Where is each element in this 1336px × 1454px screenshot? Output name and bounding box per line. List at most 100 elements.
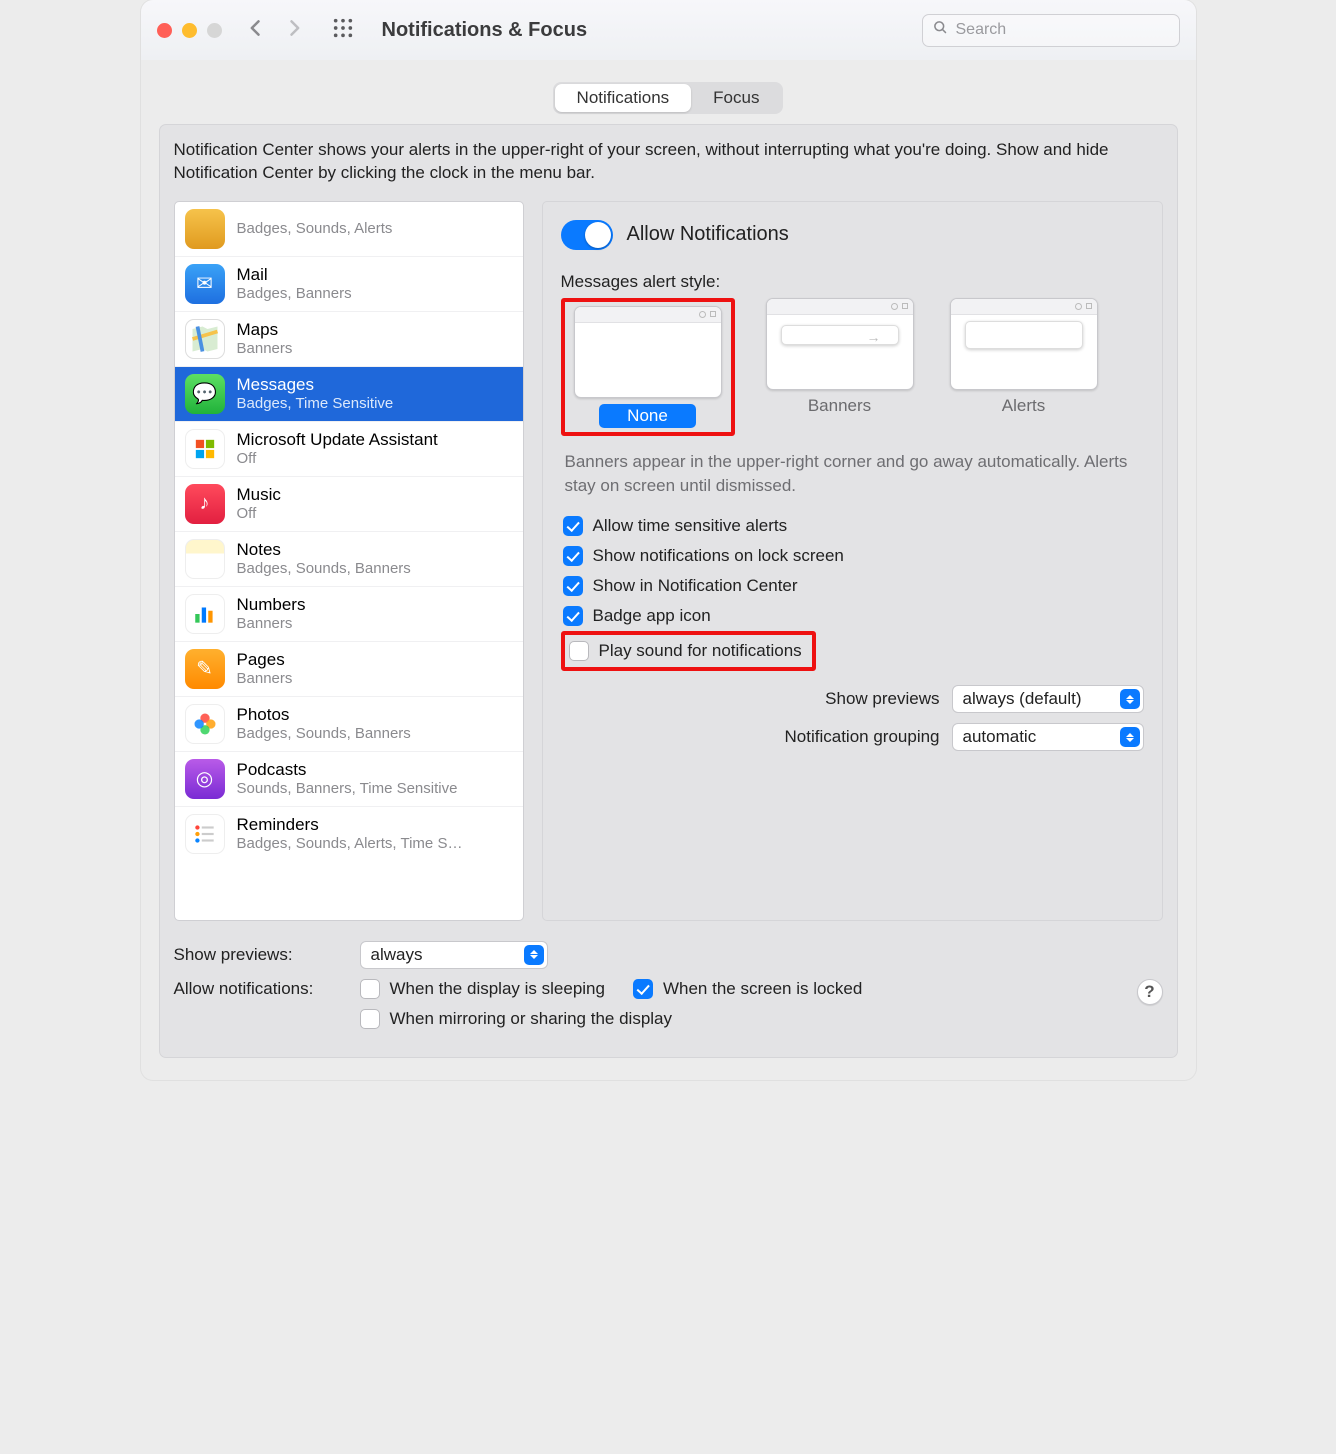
global-previews-select[interactable]: always — [360, 941, 548, 969]
select-value: automatic — [963, 727, 1037, 747]
check-notification-center[interactable]: Show in Notification Center — [561, 571, 1144, 601]
tab-notifications[interactable]: Notifications — [555, 84, 692, 112]
app-row[interactable]: 💬MessagesBadges, Time Sensitive — [175, 367, 523, 422]
app-row[interactable]: Microsoft Update AssistantOff — [175, 422, 523, 477]
allow-notifications-label: Allow Notifications — [627, 223, 789, 246]
app-subtitle: Badges, Sounds, Alerts — [237, 220, 393, 238]
app-row[interactable]: ✉︎ MailBadges, Banners — [175, 257, 523, 312]
tab-bar: Notifications Focus — [159, 82, 1178, 114]
alert-style-heading: Messages alert style: — [561, 272, 1144, 292]
app-row[interactable]: NotesBadges, Sounds, Banners — [175, 532, 523, 587]
tab-focus[interactable]: Focus — [691, 84, 781, 112]
help-button[interactable]: ? — [1137, 979, 1163, 1005]
notes-icon — [185, 539, 225, 579]
alert-style-alerts[interactable]: Alerts — [945, 298, 1103, 436]
photos-icon — [185, 704, 225, 744]
search-icon — [933, 20, 948, 40]
check-play-sound[interactable]: Play sound for notifications — [567, 639, 804, 663]
preview-alerts-icon — [950, 298, 1098, 390]
app-name: Music — [237, 485, 281, 505]
check-lock-screen[interactable]: Show notifications on lock screen — [561, 541, 1144, 571]
segmented-control: Notifications Focus — [553, 82, 784, 114]
checkbox-icon — [633, 979, 653, 999]
check-time-sensitive[interactable]: Allow time sensitive alerts — [561, 511, 1144, 541]
app-subtitle: Badges, Sounds, Banners — [237, 560, 411, 578]
preferences-window: Notifications & Focus Notifications Focu… — [141, 0, 1196, 1080]
app-subtitle: Badges, Sounds, Banners — [237, 725, 411, 743]
app-row[interactable]: ♪MusicOff — [175, 477, 523, 532]
pages-icon: ✎ — [185, 649, 225, 689]
content: Notifications Focus Notification Center … — [141, 60, 1196, 1080]
search-field[interactable] — [922, 14, 1180, 47]
window-close-button[interactable] — [157, 23, 172, 38]
podcasts-icon: ◎ — [185, 759, 225, 799]
window-title: Notifications & Focus — [382, 19, 588, 42]
checkbox-icon — [563, 606, 583, 626]
allow-notifications-label: Allow notifications: — [174, 979, 346, 999]
app-name: Numbers — [237, 595, 306, 615]
app-subtitle: Banners — [237, 615, 306, 633]
back-button[interactable] — [246, 18, 266, 43]
app-row[interactable]: NumbersBanners — [175, 587, 523, 642]
forward-button[interactable] — [284, 18, 304, 43]
app-list[interactable]: Badges, Sounds, Alerts ✉︎ MailBadges, Bann… — [174, 201, 524, 921]
app-name: Messages — [237, 375, 394, 395]
messages-icon: 💬 — [185, 374, 225, 414]
alert-style-none[interactable]: None — [569, 306, 727, 428]
app-row[interactable]: RemindersBadges, Sounds, Alerts, Time S… — [175, 807, 523, 861]
app-row[interactable]: MapsBanners — [175, 312, 523, 367]
global-previews-label: Show previews: — [174, 945, 346, 965]
search-input[interactable] — [956, 21, 1169, 39]
app-row[interactable]: PhotosBadges, Sounds, Banners — [175, 697, 523, 752]
check-label: When the display is sleeping — [390, 979, 605, 999]
highlight-alert-style-none: None — [561, 298, 735, 436]
check-label: Show notifications on lock screen — [593, 546, 844, 566]
titlebar: Notifications & Focus — [141, 0, 1196, 60]
notification-grouping-select[interactable]: automatic — [952, 723, 1144, 751]
check-label: When mirroring or sharing the display — [390, 1009, 673, 1029]
alert-style-banners[interactable]: → Banners — [761, 298, 919, 436]
alert-style-alerts-label: Alerts — [1002, 396, 1045, 416]
app-subtitle: Banners — [237, 340, 293, 358]
notifications-panel: Notification Center shows your alerts in… — [159, 124, 1178, 1058]
chevron-updown-icon — [1120, 727, 1140, 747]
reminders-icon — [185, 814, 225, 854]
checkbox-icon — [563, 546, 583, 566]
check-label: Badge app icon — [593, 606, 711, 626]
check-screen-locked[interactable]: When the screen is locked — [633, 979, 862, 999]
arrow-right-icon: → — [867, 329, 881, 345]
highlight-play-sound: Play sound for notifications — [561, 631, 816, 671]
global-settings: Show previews: always Allow notification… — [174, 941, 1163, 1029]
show-previews-select[interactable]: always (default) — [952, 685, 1144, 713]
maps-icon — [185, 319, 225, 359]
check-badge-app-icon[interactable]: Badge app icon — [561, 601, 1144, 631]
numbers-icon — [185, 594, 225, 634]
alert-style-banners-label: Banners — [808, 396, 871, 416]
show-all-button[interactable] — [332, 17, 354, 44]
window-minimize-button[interactable] — [182, 23, 197, 38]
check-display-sleeping[interactable]: When the display is sleeping — [360, 979, 605, 999]
app-subtitle: Sounds, Banners, Time Sensitive — [237, 780, 458, 798]
microsoft-update-icon — [185, 429, 225, 469]
app-row[interactable]: ✎PagesBanners — [175, 642, 523, 697]
check-mirroring[interactable]: When mirroring or sharing the display — [360, 1009, 673, 1029]
checkbox-icon — [360, 979, 380, 999]
window-zoom-button[interactable] — [207, 23, 222, 38]
app-name: Mail — [237, 265, 352, 285]
allow-notifications-toggle[interactable] — [561, 220, 613, 250]
app-subtitle: Badges, Banners — [237, 285, 352, 303]
music-icon: ♪ — [185, 484, 225, 524]
app-name: Photos — [237, 705, 411, 725]
checkbox-icon — [563, 576, 583, 596]
preview-none-icon — [574, 306, 722, 398]
app-row[interactable]: Badges, Sounds, Alerts — [175, 202, 523, 257]
alert-style-none-label: None — [599, 404, 696, 428]
window-controls — [157, 23, 222, 38]
check-label: Show in Notification Center — [593, 576, 798, 596]
checkbox-icon — [360, 1009, 380, 1029]
app-name: Reminders — [237, 815, 463, 835]
check-label: Allow time sensitive alerts — [593, 516, 788, 536]
show-previews-label: Show previews — [825, 689, 939, 709]
mail-icon: ✉︎ — [185, 264, 225, 304]
app-row[interactable]: ◎PodcastsSounds, Banners, Time Sensitive — [175, 752, 523, 807]
